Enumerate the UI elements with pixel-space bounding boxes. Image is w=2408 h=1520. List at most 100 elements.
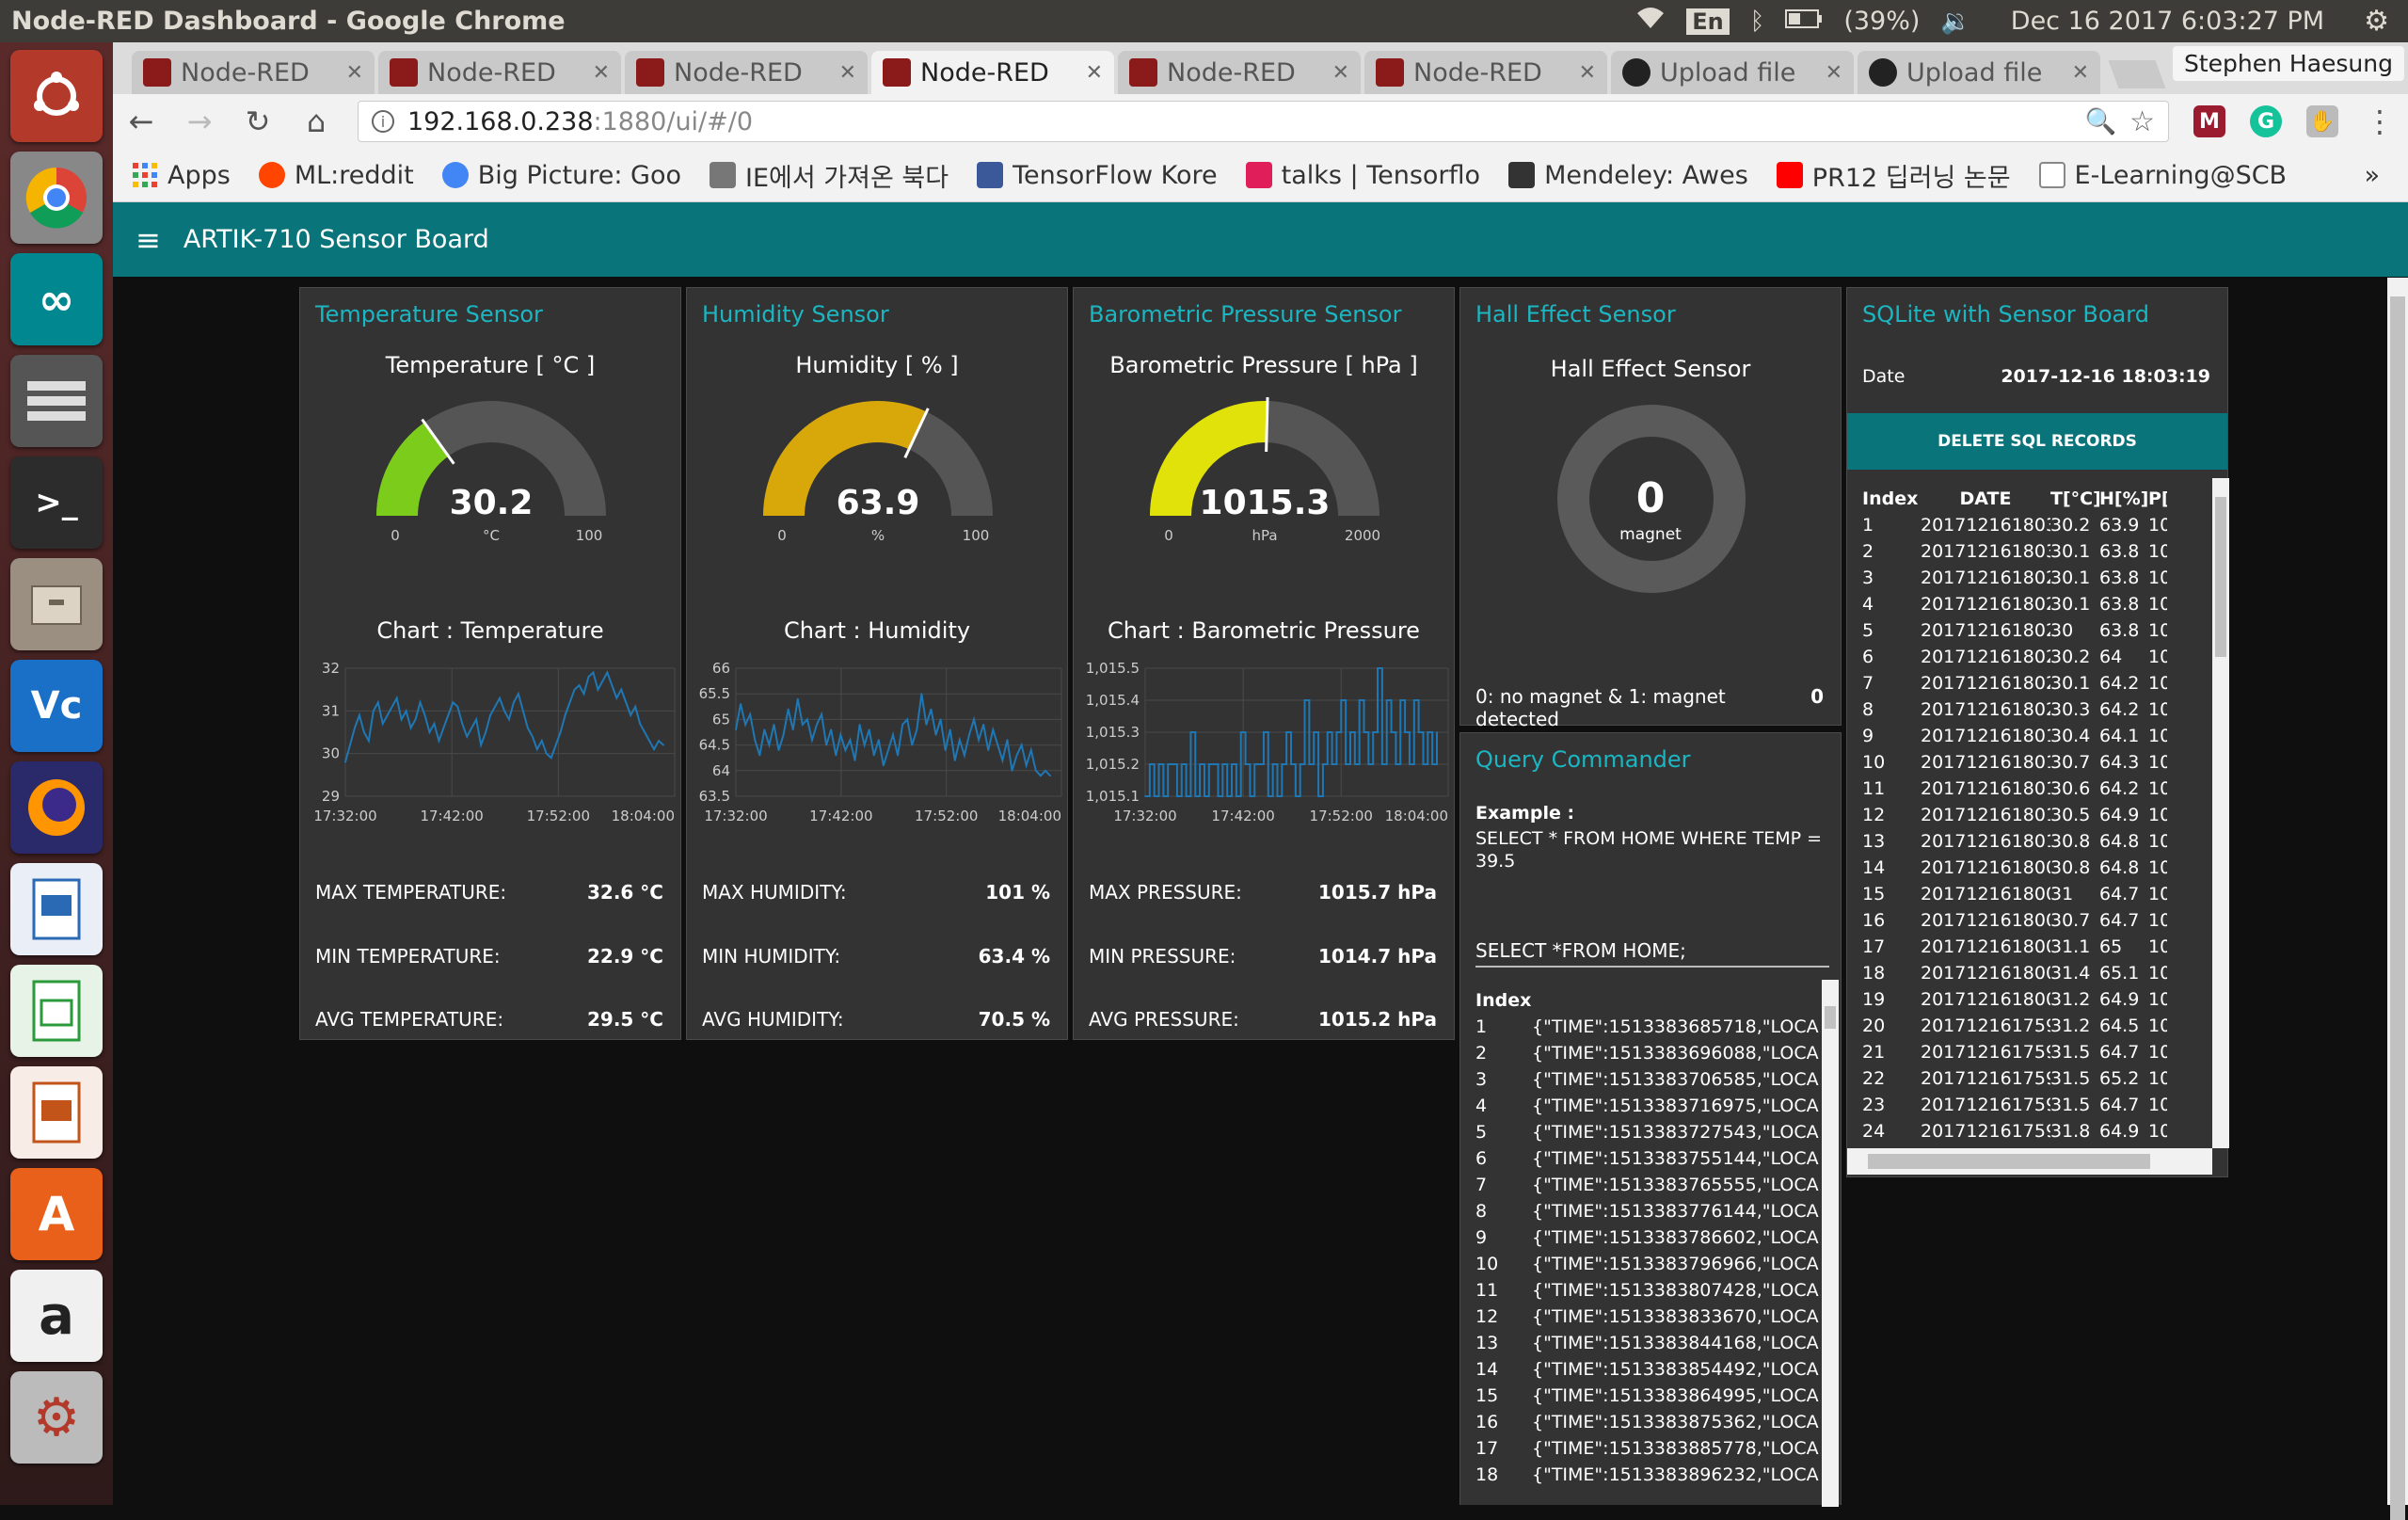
sqlite-horizontal-scrollbar[interactable] xyxy=(1847,1148,2212,1175)
close-icon[interactable]: ✕ xyxy=(1579,61,1596,85)
browser-tab[interactable]: Node-RED ✕ xyxy=(1364,51,1607,94)
file-manager-icon[interactable] xyxy=(10,558,103,650)
browser-tab[interactable]: Upload file ✕ xyxy=(1611,51,1854,94)
data-point xyxy=(835,754,837,757)
menu-icon[interactable]: ≡ xyxy=(136,222,161,258)
data-point xyxy=(354,727,356,729)
calc-icon[interactable] xyxy=(10,965,103,1057)
file-stack-icon[interactable] xyxy=(10,355,103,447)
menu-icon[interactable]: ⋮ xyxy=(2363,104,2397,139)
bookmark-apps[interactable]: Apps xyxy=(132,161,231,190)
close-icon[interactable]: ✕ xyxy=(1826,61,1842,85)
battery-icon[interactable] xyxy=(1785,7,1823,36)
table-cell: 64.9 xyxy=(2099,1121,2140,1142)
scrollbar-thumb[interactable] xyxy=(2390,296,2405,1520)
address-bar[interactable]: i 192.168.0.238:1880/ui/#/0 🔍 ☆ xyxy=(358,101,2169,142)
browser-tab[interactable]: Upload file ✕ xyxy=(1858,51,2100,94)
bookmark-folder[interactable]: IE에서 가져온 북다 xyxy=(710,157,949,194)
data-point xyxy=(892,733,894,736)
bookmark-item[interactable]: E-Learning@SCB xyxy=(2038,161,2287,190)
node-red-icon xyxy=(883,58,911,87)
profile-button[interactable]: Stephen Haesung xyxy=(2172,46,2404,81)
bookmark-star-icon[interactable]: ☆ xyxy=(2129,105,2155,138)
close-icon[interactable]: ✕ xyxy=(839,61,856,85)
table-row: 10 2017121618014130.7 64.3 10 xyxy=(1862,749,2212,776)
bookmark-item[interactable]: ML:reddit xyxy=(258,161,414,190)
browser-tab-active[interactable]: Node-RED ✕ xyxy=(871,51,1114,94)
close-icon[interactable]: ✕ xyxy=(1086,61,1103,85)
chrome-launcher-icon[interactable] xyxy=(10,152,103,244)
home-icon[interactable]: ⌂ xyxy=(299,104,333,139)
bookmark-item[interactable]: PR12 딥러닝 논문 xyxy=(1776,157,2011,194)
data-point xyxy=(409,727,412,729)
table-cell: 10 xyxy=(2148,1042,2167,1063)
browser-tab[interactable]: Node-RED ✕ xyxy=(132,51,375,94)
amazon-icon[interactable]: a xyxy=(10,1270,103,1362)
close-icon[interactable]: ✕ xyxy=(2072,61,2089,85)
terminal-icon[interactable]: >_ xyxy=(10,456,103,549)
gauge-unit-label: °C xyxy=(483,527,500,544)
table-cell: {"TIME":1513383696088,"LOCAL xyxy=(1532,1043,1820,1064)
close-icon[interactable]: ✕ xyxy=(593,61,610,85)
forward-icon[interactable]: → xyxy=(183,104,216,139)
grammarly-extension-icon[interactable]: G xyxy=(2250,105,2282,137)
system-gear-icon[interactable]: ⚙ xyxy=(2364,5,2389,38)
max-pressure-stat: MAX PRESSURE: 1015.7 hPa xyxy=(1089,881,1437,904)
table-cell: {"TIME":1513383755144,"LOCAL xyxy=(1532,1148,1820,1169)
input-method-indicator[interactable]: En xyxy=(1686,8,1730,35)
table-row: 8 2017121618020330.3 64.2 10 xyxy=(1862,696,2212,723)
data-point xyxy=(906,718,909,721)
writer-icon[interactable] xyxy=(10,863,103,955)
scrollbar-thumb[interactable] xyxy=(2215,497,2226,657)
x-tick-label: 17:42:00 xyxy=(420,808,483,824)
impress-icon[interactable] xyxy=(10,1066,103,1159)
page-scrollbar[interactable] xyxy=(2387,278,2408,1520)
data-point xyxy=(1144,795,1146,797)
extension-icon[interactable]: ✋ xyxy=(2306,105,2338,137)
scrollbar-thumb[interactable] xyxy=(1825,1006,1836,1029)
software-center-icon[interactable]: A xyxy=(10,1168,103,1260)
bookmark-item[interactable]: Big Picture: Goo xyxy=(441,161,681,190)
table-row: 2 {"TIME":1513383696088,"LOCAL xyxy=(1475,1040,1820,1066)
info-icon[interactable]: i xyxy=(372,110,394,133)
firefox-icon[interactable] xyxy=(10,761,103,854)
bookmark-item[interactable]: talks | Tensorflo xyxy=(1245,161,1480,190)
clock[interactable]: Dec 16 2017 6:03:27 PM xyxy=(2011,7,2324,36)
new-tab-button[interactable] xyxy=(2108,60,2166,88)
mendeley-extension-icon[interactable]: M xyxy=(2193,105,2225,137)
data-point xyxy=(825,744,828,746)
table-cell: 6 xyxy=(1475,1148,1488,1169)
bookmark-item[interactable]: TensorFlow Kore xyxy=(977,161,1218,190)
close-icon[interactable]: ✕ xyxy=(1332,61,1349,85)
bluetooth-icon[interactable]: ᛒ xyxy=(1750,8,1765,36)
sqlite-vertical-scrollbar[interactable] xyxy=(2212,478,2229,1148)
query-input[interactable] xyxy=(1475,936,1829,968)
data-point xyxy=(1285,731,1288,733)
browser-tab[interactable]: Node-RED ✕ xyxy=(378,51,621,94)
volume-icon[interactable]: 🔉 xyxy=(1940,8,1970,36)
arduino-icon[interactable]: ∞ xyxy=(10,253,103,345)
system-settings-icon[interactable]: ⚙ xyxy=(10,1371,103,1464)
table-cell: 30.7 xyxy=(2050,910,2091,931)
data-point xyxy=(386,713,389,716)
browser-tab[interactable]: Node-RED ✕ xyxy=(1118,51,1361,94)
table-cell: {"TIME":1513383854492,"LOCAL xyxy=(1532,1359,1820,1380)
data-point xyxy=(1299,763,1301,765)
scrollbar-thumb[interactable] xyxy=(1868,1154,2150,1169)
delete-sql-records-button[interactable]: DELETE SQL RECORDS xyxy=(1847,413,2227,470)
table-row: 16 {"TIME":1513383875362,"LOCAL xyxy=(1475,1409,1820,1435)
table-row: 22 2017121617593131.5 65.2 10 xyxy=(1862,1065,2212,1092)
back-icon[interactable]: ← xyxy=(124,104,158,139)
zoom-icon[interactable]: 🔍 xyxy=(2084,106,2116,136)
wifi-icon[interactable] xyxy=(1635,6,1666,37)
bookmark-item[interactable]: Mendeley: Awes xyxy=(1508,161,1748,190)
browser-tab[interactable]: Node-RED ✕ xyxy=(625,51,868,94)
bookmarks-overflow-icon[interactable]: » xyxy=(2364,161,2389,190)
data-point xyxy=(1412,699,1415,701)
ubuntu-dash-icon[interactable] xyxy=(10,50,103,142)
query-scrollbar[interactable] xyxy=(1822,980,1839,1507)
reload-icon[interactable]: ↻ xyxy=(241,104,275,139)
close-icon[interactable]: ✕ xyxy=(346,61,363,85)
vnc-viewer-icon[interactable]: Vc xyxy=(10,660,103,752)
gauge-title: Hall Effect Sensor xyxy=(1550,356,1751,382)
